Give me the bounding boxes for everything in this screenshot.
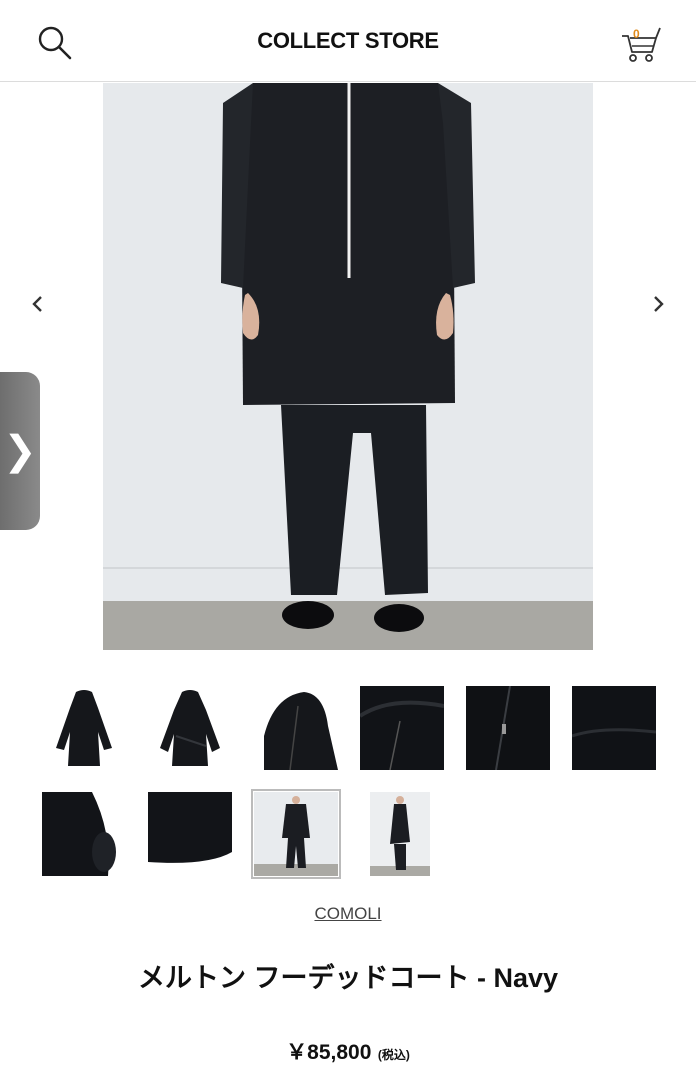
- thumb-zip-detail[interactable]: [466, 686, 550, 770]
- prev-image-button[interactable]: [26, 290, 50, 318]
- chevron-left-icon: [32, 296, 42, 312]
- thumb-sleeve-detail[interactable]: [42, 792, 126, 876]
- chevron-right-icon: ❯: [3, 429, 37, 473]
- chevron-right-icon: [654, 296, 664, 312]
- side-drawer-tab[interactable]: ❯: [0, 372, 40, 530]
- main-product-image[interactable]: [103, 83, 593, 650]
- product-page: COLLECT STORE 0 ❯ COMOLI メルトン フーデッドコート -…: [0, 0, 696, 1080]
- product-price: ￥85,800: [286, 1041, 372, 1064]
- cart-icon: [622, 27, 661, 62]
- thumb-collar-detail[interactable]: [360, 686, 444, 770]
- store-title[interactable]: COLLECT STORE: [0, 28, 696, 54]
- thumb-pocket-detail[interactable]: [572, 686, 656, 770]
- thumb-model-front[interactable]: [251, 789, 341, 879]
- brand-link[interactable]: COMOLI: [0, 904, 696, 924]
- thumb-coat-front-flat[interactable]: [42, 686, 126, 770]
- tax-note: (税込): [377, 1048, 410, 1062]
- price-row: ￥85,800 (税込): [0, 1036, 696, 1066]
- product-name: メルトン フーデッドコート - Navy: [137, 963, 559, 993]
- thumb-hood-detail[interactable]: [254, 686, 338, 770]
- thumb-model-side[interactable]: [360, 792, 444, 876]
- cart-button[interactable]: 0: [616, 22, 666, 66]
- next-image-button[interactable]: [646, 290, 670, 318]
- cart-count-badge: 0: [633, 27, 640, 41]
- thumb-hem-detail[interactable]: [148, 792, 232, 876]
- site-header: COLLECT STORE 0: [0, 0, 696, 82]
- thumb-coat-back-flat[interactable]: [148, 686, 232, 770]
- model-photo: [103, 83, 593, 650]
